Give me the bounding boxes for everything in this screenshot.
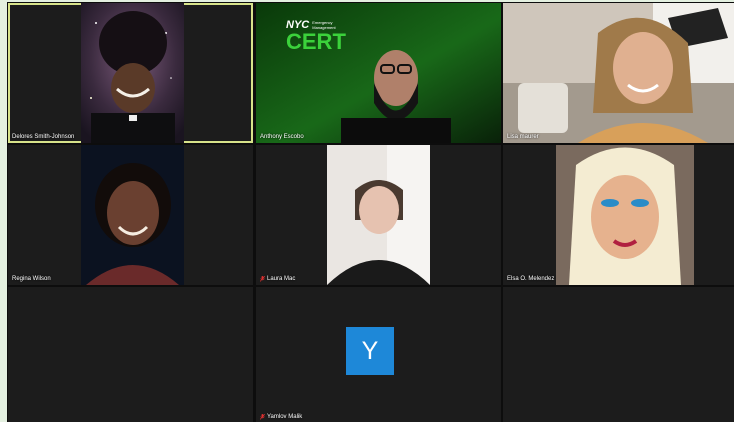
participant-tile[interactable]: NYC Emergency Management CERT Anthony Es… [256, 3, 501, 143]
cert-text: CERT [286, 29, 346, 54]
participant-name: Elsa O. Melendez [507, 276, 555, 282]
participant-name: Delores Smith-Johnson [12, 134, 75, 140]
participant-name: Lisa maurer [507, 134, 539, 140]
avatar-initial: Y [361, 336, 379, 365]
participant-name: Regina Wilson [12, 276, 51, 282]
participant-tile[interactable]: Laura Mac [256, 145, 501, 285]
participant-tile[interactable]: Elsa O. Melendez [503, 145, 734, 285]
participant-video [556, 145, 694, 285]
muted-microphone-icon [260, 414, 265, 420]
participant-video [81, 3, 184, 143]
participant-name: Yamlov Malik [260, 414, 302, 420]
participant-tile[interactable]: Regina Wilson [8, 145, 253, 285]
cert-logo: NYC Emergency Management CERT [286, 19, 346, 55]
participant-tile[interactable]: Delores Smith-Johnson [8, 3, 253, 143]
participant-tile[interactable]: Lisa maurer [503, 3, 734, 143]
participant-video [81, 145, 184, 285]
empty-tile [503, 287, 734, 422]
participant-name: Anthony Escobo [260, 134, 304, 140]
participant-avatar: Y [346, 327, 394, 375]
participant-name: Laura Mac [260, 276, 295, 282]
participant-video [503, 3, 734, 143]
participant-video [327, 145, 430, 285]
muted-microphone-icon [260, 276, 265, 282]
empty-tile [8, 287, 253, 422]
